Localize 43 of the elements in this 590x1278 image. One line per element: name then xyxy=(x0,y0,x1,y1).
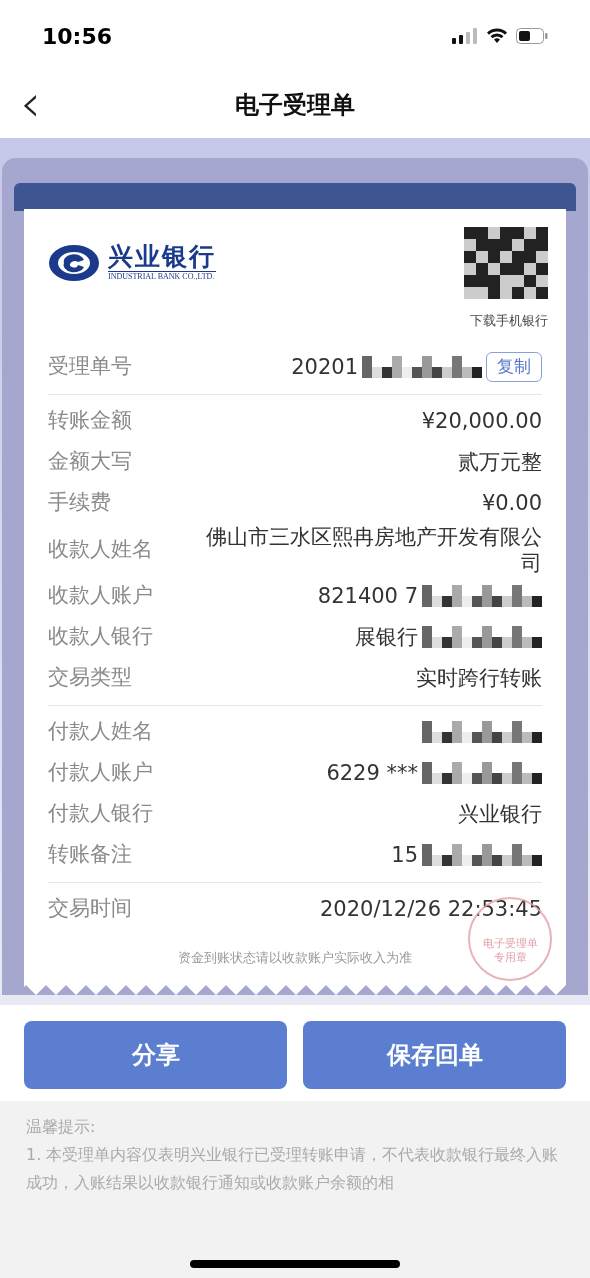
back-button[interactable]: ‹ xyxy=(20,78,41,128)
field-label: 受理单号 xyxy=(48,353,132,381)
status-time: 10:56 xyxy=(42,22,113,51)
field-label: 收款人银行 xyxy=(48,623,153,651)
bank-name: 兴业银行 xyxy=(108,243,216,271)
tips-title: 温馨提示: xyxy=(26,1116,97,1138)
field-value: 实时跨行转账 xyxy=(416,665,542,691)
field-label: 交易类型 xyxy=(48,664,132,692)
stamp-text: 电子受理单 xyxy=(482,937,538,951)
tips-text: 1. 本受理单内容仅表明兴业银行已受理转账申请，不代表收款银行最终入账成功，入账结果以收款银行通知或收款账户余额的相 xyxy=(26,1144,560,1194)
field-label: 手续费 xyxy=(48,489,111,517)
field-label: 付款人姓名 xyxy=(48,718,153,746)
field-label: 收款人账户 xyxy=(48,582,153,610)
field-value: 6229 *** xyxy=(326,760,418,786)
signal-icon xyxy=(452,28,478,44)
field-value: 贰万元整 xyxy=(458,449,542,475)
battery-icon xyxy=(516,28,548,44)
page-title: 电子受理单 xyxy=(235,90,355,121)
qr-caption: 下载手机银行 xyxy=(470,312,548,330)
copy-button[interactable]: 复制 xyxy=(486,352,542,382)
field-value: 20201 xyxy=(291,354,358,380)
field-label: 收款人姓名 xyxy=(48,535,153,563)
field-value: 展银行 xyxy=(355,624,418,650)
bank-name-english: INDUSTRIAL BANK CO.,LTD. xyxy=(108,271,216,282)
field-label: 交易时间 xyxy=(48,895,132,923)
receipt-note: 资金到账状态请以收款账户实际收入为准 xyxy=(178,948,412,967)
save-receipt-button[interactable]: 保存回单 xyxy=(303,1021,566,1089)
field-value: ¥20,000.00 xyxy=(421,408,542,434)
field-value: 2020/12/26 22:53:45 xyxy=(319,896,542,922)
field-label: 转账备注 xyxy=(48,841,132,869)
field-value: 佛山市三水区熙冉房地产开发有限公司 xyxy=(205,523,542,576)
wifi-icon xyxy=(486,28,508,44)
field-label: 付款人银行 xyxy=(48,800,153,828)
stamp-text: 专用章 xyxy=(493,951,527,965)
field-value: ¥0.00 xyxy=(481,490,542,516)
field-value: 兴业银行 xyxy=(458,801,542,827)
field-label: 付款人账户 xyxy=(48,759,153,787)
bank-logo-icon xyxy=(48,243,100,282)
share-button[interactable]: 分享 xyxy=(24,1021,287,1089)
field-label: 金额大写 xyxy=(48,448,132,476)
field-value: 821400 7 xyxy=(317,583,418,609)
field-value: 15 xyxy=(391,842,418,868)
field-label: 转账金额 xyxy=(48,407,132,435)
